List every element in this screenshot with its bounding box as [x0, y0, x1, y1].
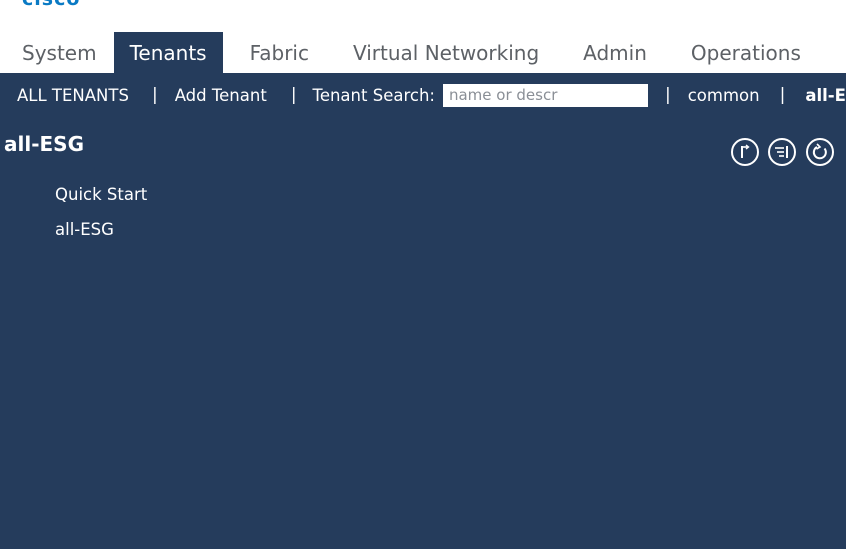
tab-fabric[interactable]: Fabric: [233, 32, 326, 73]
top-header: cisco System Tenants Fabric Virtual Netw…: [0, 0, 846, 73]
tab-virtual-networking[interactable]: Virtual Networking: [336, 32, 556, 73]
all-tenants-link[interactable]: ALL TENANTS: [17, 86, 129, 105]
add-tenant-link[interactable]: Add Tenant: [175, 86, 267, 105]
main-tabs: System Tenants Fabric Virtual Networking…: [0, 32, 818, 73]
tenant-subnav: ALL TENANTS | Add Tenant | Tenant Search…: [0, 73, 846, 117]
separator: |: [151, 85, 158, 105]
cisco-logo: cisco: [22, 0, 80, 10]
tenant-search-input[interactable]: [442, 83, 648, 107]
tab-operations[interactable]: Operations: [674, 32, 818, 73]
main-content: all-ESG Quick Start all-ESG: [0, 117, 846, 549]
jump-back-icon[interactable]: [731, 138, 759, 166]
recent-tenant-all-esg[interactable]: all-ESG: [805, 86, 846, 105]
nav-item-quick-start[interactable]: Quick Start: [55, 185, 147, 204]
page-title: all-ESG: [4, 132, 84, 156]
separator: |: [779, 85, 786, 105]
tab-system[interactable]: System: [0, 32, 114, 73]
recent-tenant-common[interactable]: common: [688, 86, 760, 105]
refresh-icon[interactable]: [806, 138, 834, 166]
tab-tenants[interactable]: Tenants: [113, 32, 223, 73]
filter-list-icon[interactable]: [768, 138, 796, 166]
nav-item-all-esg[interactable]: all-ESG: [55, 220, 114, 239]
tenant-search-label: Tenant Search:: [312, 85, 435, 105]
tab-admin[interactable]: Admin: [566, 32, 664, 73]
separator: |: [664, 85, 671, 105]
separator: |: [290, 85, 297, 105]
